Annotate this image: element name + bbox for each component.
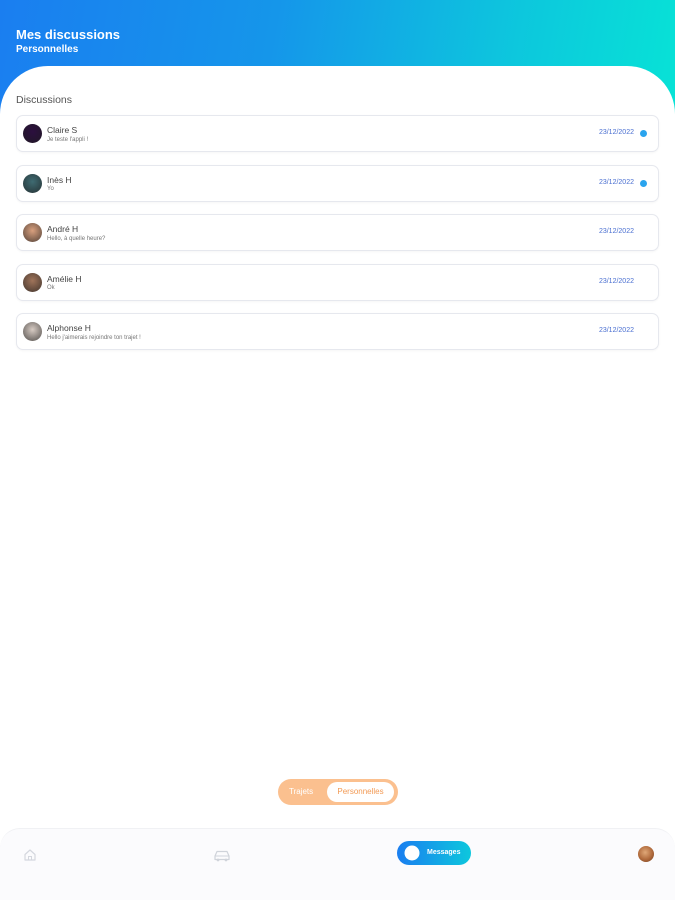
avatar — [23, 124, 42, 143]
avatar — [23, 173, 42, 193]
conversation-name: Alphonse H — [47, 323, 91, 333]
page-title: Mes discussions — [16, 27, 121, 42]
conversation-preview: Je teste l'appli ! — [47, 136, 89, 143]
unread-indicator — [640, 179, 647, 187]
conversation-item[interactable]: Inès H Yo 23/12/2022 — [16, 164, 659, 202]
profile-avatar[interactable] — [638, 846, 654, 862]
conversation-name: Inès H — [47, 174, 72, 185]
bottom-nav: Messages — [0, 828, 675, 900]
conversation-date: 23/12/2022 — [598, 327, 634, 334]
conversation-name: Amélie H — [47, 273, 82, 284]
unread-indicator — [640, 130, 647, 137]
toggle-option-personnelles[interactable]: Personnelles — [327, 782, 394, 802]
avatar — [23, 272, 42, 292]
conversation-item[interactable]: Amélie H Ok 23/12/2022 — [16, 263, 659, 301]
conversation-preview: Ok — [47, 285, 55, 291]
chat-bubble-icon — [404, 845, 420, 861]
conversation-date: 23/12/2022 — [598, 129, 634, 136]
home-icon[interactable] — [23, 848, 37, 862]
conversation-item[interactable]: Alphonse H Hello j'aimerais rejoindre to… — [16, 313, 659, 350]
discussion-type-toggle: Trajets Personnelles — [278, 779, 398, 805]
conversation-date: 23/12/2022 — [598, 277, 634, 285]
conversation-date: 23/12/2022 — [598, 178, 634, 186]
messages-tab[interactable]: Messages — [397, 841, 471, 865]
avatar — [23, 223, 42, 242]
conversation-date: 23/12/2022 — [598, 228, 634, 235]
conversation-preview: Hello, à quelle heure? — [47, 235, 106, 242]
conversation-item[interactable]: Claire S Je teste l'appli ! 23/12/2022 — [16, 115, 659, 152]
toggle-option-trajets[interactable]: Trajets — [289, 787, 313, 796]
conversation-preview: Hello j'aimerais rejoindre ton trajet ! — [47, 334, 141, 341]
conversation-item[interactable]: André H Hello, à quelle heure? 23/12/202… — [16, 214, 659, 251]
conversation-list: Claire S Je teste l'appli ! 23/12/2022 I… — [16, 115, 659, 363]
conversation-name: André H — [47, 224, 79, 234]
avatar — [23, 322, 42, 341]
section-label: Discussions — [16, 94, 73, 106]
conversation-preview: Yo — [47, 186, 54, 192]
page-subtitle: Personnelles — [16, 44, 79, 55]
conversation-name: Claire S — [47, 125, 78, 135]
messages-tab-label: Messages — [427, 849, 461, 856]
car-icon[interactable] — [212, 848, 232, 862]
